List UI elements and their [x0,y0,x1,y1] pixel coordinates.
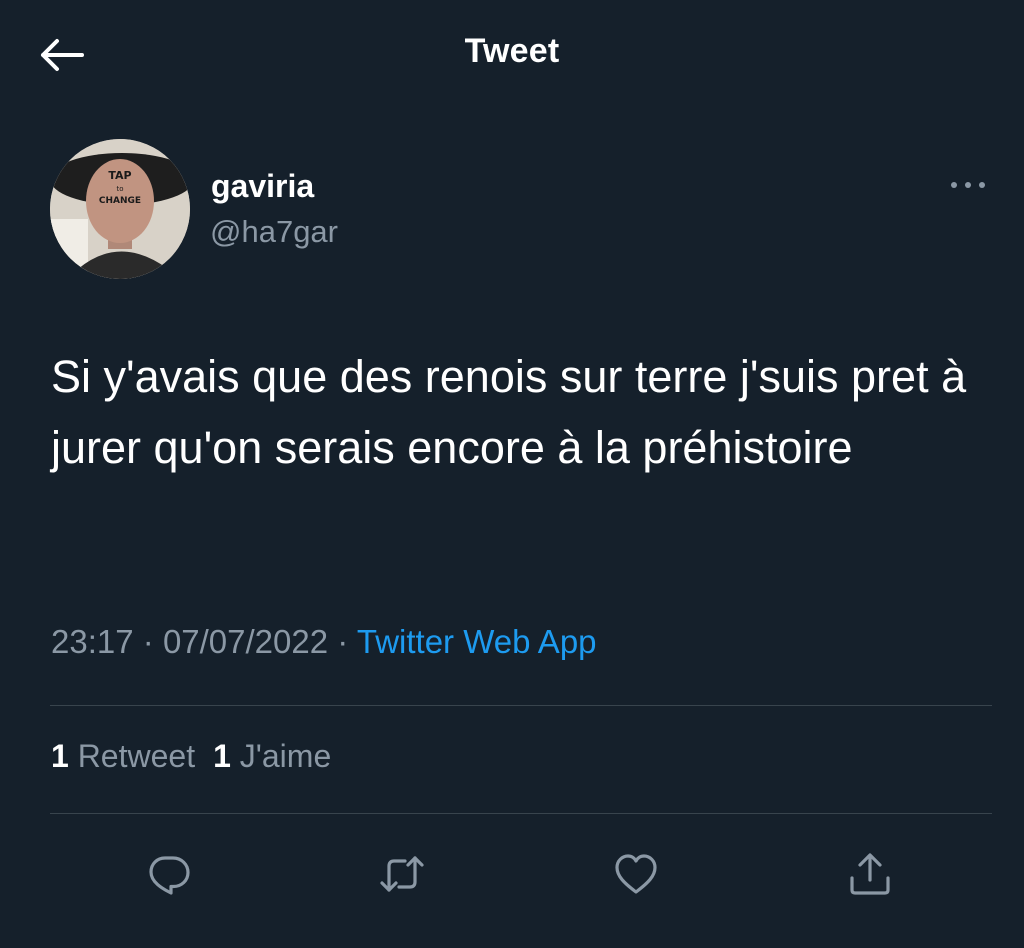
likes-label: J'aime [239,738,332,774]
tweet-date: 07/07/2022 [162,623,329,660]
divider [50,813,992,814]
likes-count: 1 [213,738,231,774]
engagement-stats: 1 Retweet 1 J'aime [51,738,349,775]
author-handle[interactable]: @ha7gar [210,214,338,250]
avatar[interactable]: TAP to CHANGE [50,139,190,279]
meta-separator: · [142,623,154,660]
more-options-button[interactable] [946,168,990,202]
more-horizontal-icon [951,182,985,188]
meta-separator: · [337,623,349,660]
avatar-text-line: to [116,185,123,193]
share-button[interactable] [842,846,898,902]
author-display-name[interactable]: gaviria [211,168,314,205]
heart-icon [615,854,657,894]
retweet-icon [380,856,424,892]
retweets-label: Retweet [77,738,196,774]
tweet-detail-screen: Tweet TAP to CHANGE gaviria @ha7gar Si y… [0,0,1024,948]
likes-stat[interactable]: 1 J'aime [213,738,331,775]
divider [50,705,992,706]
reply-icon [149,856,190,895]
reply-button[interactable] [141,846,197,902]
share-icon [850,853,890,895]
retweets-stat[interactable]: 1 Retweet [51,738,195,775]
tweet-source-link[interactable]: Twitter Web App [357,623,597,660]
tweet-time: 23:17 [51,623,134,660]
retweets-count: 1 [51,738,69,774]
retweet-button[interactable] [374,846,430,902]
avatar-text-line: CHANGE [99,196,141,206]
tweet-text: Si y'avais que des renois sur terre j'su… [51,351,967,473]
like-button[interactable] [608,846,664,902]
page-title: Tweet [464,32,560,70]
tweet-metadata: 23:17 · 07/07/2022 · Twitter Web App [51,623,597,661]
avatar-image: TAP to CHANGE [50,139,190,279]
avatar-text-line: TAP [108,169,131,182]
